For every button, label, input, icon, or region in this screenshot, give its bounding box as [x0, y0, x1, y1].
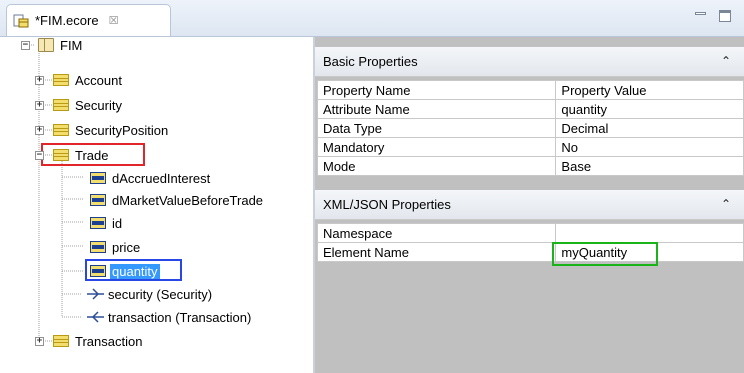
ecore-file-icon: [13, 14, 29, 27]
tree-node-reference[interactable]: security (Security): [86, 284, 212, 304]
xml-json-properties-header[interactable]: XML/JSON Properties ⌃: [315, 190, 744, 220]
editor-tab[interactable]: *FIM.ecore ☒: [6, 4, 171, 36]
property-value[interactable]: No: [555, 137, 744, 157]
property-name: Mandatory: [316, 137, 557, 157]
tree-node-security[interactable]: Security: [53, 95, 122, 115]
table-row[interactable]: Mode Base: [316, 156, 744, 176]
section-title: Basic Properties: [323, 54, 418, 69]
property-name: Mode: [316, 156, 557, 176]
property-value[interactable]: quantity: [555, 99, 744, 119]
tree-node-attribute[interactable]: dMarketValueBeforeTrade: [90, 190, 263, 210]
eattribute-icon: [90, 217, 106, 229]
tree-node-label: dAccruedInterest: [112, 170, 211, 186]
basic-properties-table: Property Name Property Value Attribute N…: [316, 80, 744, 176]
tree-node-label: SecurityPosition: [75, 122, 169, 138]
tree-node-transaction[interactable]: Transaction: [53, 331, 142, 351]
table-header-row: Property Name Property Value: [316, 80, 744, 100]
eclass-icon: [53, 149, 69, 161]
eclass-icon: [53, 124, 69, 136]
eclass-icon: [53, 99, 69, 111]
xml-json-properties-table: Namespace Element Name myQuantity: [316, 223, 744, 262]
collapse-icon[interactable]: ⌃: [721, 54, 731, 68]
tree-node-trade[interactable]: Trade: [53, 145, 108, 165]
fim-collapse-toggle[interactable]: −: [21, 41, 30, 50]
collapse-icon[interactable]: ⌃: [721, 197, 731, 211]
close-icon[interactable]: ☒: [109, 14, 119, 27]
properties-panel: Basic Properties ⌃ Property Name Propert…: [315, 37, 744, 373]
model-tree: − FIM + Account + Security + SecurityPos…: [0, 37, 313, 373]
editor-tab-bar: *FIM.ecore ☒: [0, 0, 744, 37]
tree-node-fim[interactable]: FIM: [38, 35, 82, 55]
securityposition-expand-toggle[interactable]: +: [35, 126, 44, 135]
eattribute-icon: [90, 265, 106, 277]
tree-node-label: Trade: [75, 147, 109, 163]
property-name: Namespace: [316, 223, 557, 243]
eattribute-icon: [90, 172, 106, 184]
tree-node-reference[interactable]: transaction (Transaction): [86, 307, 251, 327]
property-name: Data Type: [316, 118, 557, 138]
tree-node-attribute[interactable]: price: [90, 237, 140, 257]
eattribute-icon: [90, 241, 106, 253]
tree-node-label: quantity: [110, 263, 160, 279]
tree-node-label: dMarketValueBeforeTrade: [112, 192, 264, 208]
table-row[interactable]: Attribute Name quantity: [316, 99, 744, 119]
tree-node-quantity[interactable]: quantity: [90, 261, 160, 281]
tree-node-label: Security: [75, 97, 122, 113]
eattribute-icon: [90, 194, 106, 206]
table-row[interactable]: Data Type Decimal: [316, 118, 744, 138]
tree-node-label: FIM: [60, 37, 83, 53]
property-name: Element Name: [316, 242, 557, 262]
table-row[interactable]: Namespace: [316, 223, 744, 243]
tree-node-label: id: [112, 215, 123, 231]
table-row[interactable]: Mandatory No: [316, 137, 744, 157]
tree-node-account[interactable]: Account: [53, 70, 122, 90]
tree-node-label: security (Security): [108, 286, 213, 302]
account-expand-toggle[interactable]: +: [35, 76, 44, 85]
editor-tab-title: *FIM.ecore: [35, 13, 99, 28]
trade-collapse-toggle[interactable]: −: [35, 151, 44, 160]
tree-node-attribute[interactable]: dAccruedInterest: [90, 168, 210, 188]
table-row[interactable]: Element Name myQuantity: [316, 242, 744, 262]
tree-node-securityposition[interactable]: SecurityPosition: [53, 120, 168, 140]
maximize-icon[interactable]: [718, 9, 732, 23]
ereference-icon: [87, 288, 104, 300]
property-value[interactable]: [555, 223, 744, 243]
basic-properties-header[interactable]: Basic Properties ⌃: [315, 47, 744, 77]
ereference-icon: [87, 311, 104, 323]
transaction-expand-toggle[interactable]: +: [35, 337, 44, 346]
tree-node-label: Account: [75, 72, 122, 88]
section-title: XML/JSON Properties: [323, 197, 451, 212]
eclass-icon: [53, 74, 69, 86]
package-icon: [38, 38, 54, 52]
column-header: Property Value: [555, 80, 744, 100]
tree-node-label: transaction (Transaction): [108, 309, 252, 325]
tree-node-label: price: [112, 239, 141, 255]
security-expand-toggle[interactable]: +: [35, 101, 44, 110]
element-name-highlight-box: [552, 242, 658, 266]
property-name: Attribute Name: [316, 99, 557, 119]
property-value[interactable]: Decimal: [555, 118, 744, 138]
ecore-editor-window: *FIM.ecore ☒ − FIM + Account + Security …: [0, 0, 744, 373]
eclass-icon: [53, 335, 69, 347]
tree-node-attribute[interactable]: id: [90, 213, 122, 233]
column-header: Property Name: [316, 80, 557, 100]
property-value[interactable]: Base: [555, 156, 744, 176]
minimize-icon[interactable]: [694, 9, 708, 23]
tree-node-label: Transaction: [75, 333, 143, 349]
